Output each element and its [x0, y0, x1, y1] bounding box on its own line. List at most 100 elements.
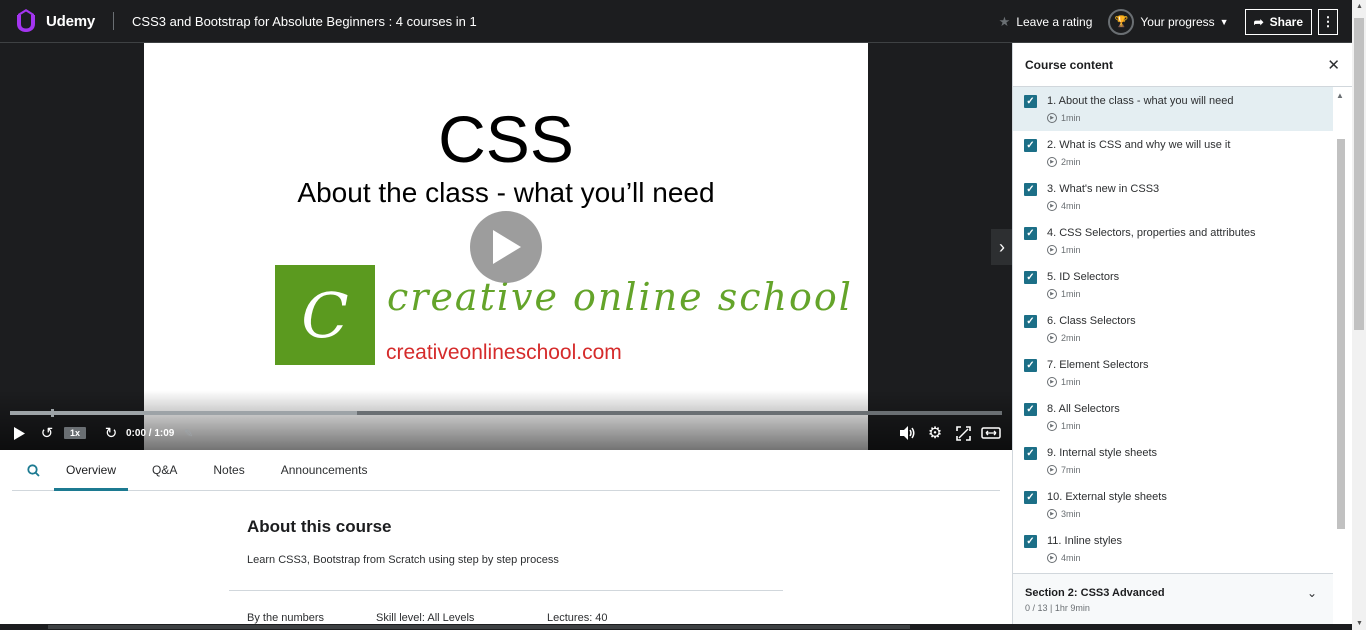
udemy-u-icon [12, 6, 42, 36]
lecture-item-5[interactable]: ✓ 5. ID Selectors ▶ 1min [1013, 263, 1333, 307]
big-play-button[interactable] [470, 211, 542, 283]
theater-mode-button[interactable] [980, 427, 1002, 439]
share-button[interactable]: ➦ Share [1244, 8, 1312, 35]
lecture-item-4[interactable]: ✓ 4. CSS Selectors, properties and attri… [1013, 219, 1333, 263]
section-2-header[interactable]: Section 2: CSS3 Advanced 0 / 13 | 1hr 9m… [1013, 573, 1333, 624]
lecture-item-3[interactable]: ✓ 3. What's new in CSS3 ▶ 4min [1013, 175, 1333, 219]
lecture-title: 3. What's new in CSS3 [1047, 183, 1160, 195]
tab-overview[interactable]: Overview [54, 450, 129, 491]
page-scroll-thumb[interactable] [1354, 18, 1364, 330]
leave-rating-button[interactable]: ★ Leave a rating [999, 14, 1093, 30]
lecture-duration: ▶ 1min [1047, 245, 1081, 255]
sidebar-scroll-thumb[interactable] [1337, 139, 1345, 529]
sidebar-title: Course content [1025, 57, 1114, 72]
gear-icon: ⚙ [927, 425, 943, 442]
play-circle-icon: ▶ [1047, 377, 1057, 387]
completed-checkbox[interactable]: ✓ [1024, 227, 1037, 240]
star-icon: ★ [998, 13, 1011, 29]
close-sidebar-button[interactable]: ✕ [1327, 56, 1340, 74]
lecture-item-8[interactable]: ✓ 8. All Selectors ▶ 1min [1013, 395, 1333, 439]
more-options-button[interactable]: ⋮ [1318, 8, 1338, 35]
search-tab[interactable] [12, 450, 54, 490]
tab-qa[interactable]: Q&A [140, 450, 189, 490]
about-description: Learn CSS3, Bootstrap from Scratch using… [247, 554, 559, 566]
lecture-title: 1. About the class - what you will need [1047, 95, 1234, 107]
settings-button[interactable]: ⚙ [925, 423, 945, 443]
tab-notes[interactable]: Notes [201, 450, 256, 490]
lecture-item-2[interactable]: ✓ 2. What is CSS and why we will use it … [1013, 131, 1333, 175]
completed-checkbox[interactable]: ✓ [1024, 95, 1037, 108]
sidebar-scrollbar[interactable]: ▲ [1334, 87, 1346, 573]
lecture-item-9[interactable]: ✓ 9. Internal style sheets ▶ 7min [1013, 439, 1333, 483]
lecture-title: 11. Inline styles [1047, 535, 1123, 547]
page-scrollbar[interactable]: ▲ ▼ [1352, 0, 1366, 630]
volume-button[interactable] [898, 426, 918, 440]
play-circle-icon: ▶ [1047, 333, 1057, 343]
lecture-duration: ▶ 7min [1047, 465, 1081, 475]
school-logo-box: C [275, 265, 375, 365]
playback-speed-button[interactable]: 1x [64, 427, 87, 439]
lecture-item-10[interactable]: ✓ 10. External style sheets ▶ 3min [1013, 483, 1333, 527]
fullscreen-button[interactable] [953, 425, 973, 441]
duration-text: 4min [1061, 201, 1081, 211]
completed-checkbox[interactable]: ✓ [1024, 315, 1037, 328]
forward-icon: ↻ [104, 425, 118, 442]
lecture-duration: ▶ 1min [1047, 377, 1081, 387]
lecture-item-11[interactable]: ✓ 11. Inline styles ▶ 4min [1013, 527, 1333, 571]
rewind-5s-button[interactable]: ↺ [38, 424, 56, 442]
rewind-icon: ↺ [40, 425, 54, 442]
tab-announcements[interactable]: Announcements [269, 450, 380, 490]
horizontal-scroll-thumb[interactable] [48, 625, 910, 629]
seek-buffer [10, 411, 358, 415]
play-pause-button[interactable] [11, 426, 27, 440]
add-note-button[interactable]: ✎ [184, 427, 193, 440]
play-circle-icon: ▶ [1047, 421, 1057, 431]
lectures-count: Lectures: 40 [547, 612, 608, 624]
scroll-down-icon[interactable]: ▼ [1356, 620, 1363, 627]
play-circle-icon: ▶ [1047, 465, 1057, 475]
chevron-down-icon: ▼ [1219, 16, 1229, 27]
lecture-item-7[interactable]: ✓ 7. Element Selectors ▶ 1min [1013, 351, 1333, 395]
completed-checkbox[interactable]: ✓ [1024, 359, 1037, 372]
completed-checkbox[interactable]: ✓ [1024, 139, 1037, 152]
lecture-item-6[interactable]: ✓ 6. Class Selectors ▶ 2min [1013, 307, 1333, 351]
horizontal-scrollbar[interactable] [0, 624, 1352, 630]
course-tabs: Overview Q&A Notes Announcements [12, 450, 1000, 491]
forward-5s-button[interactable]: ↻ [102, 424, 120, 442]
course-title[interactable]: CSS3 and Bootstrap for Absolute Beginner… [132, 14, 477, 29]
completed-checkbox[interactable]: ✓ [1024, 535, 1037, 548]
lecture-title: 4. CSS Selectors, properties and attribu… [1047, 227, 1256, 239]
lecture-title: 2. What is CSS and why we will use it [1047, 139, 1231, 151]
leave-rating-label: Leave a rating [1016, 14, 1093, 29]
lecture-duration: ▶ 3min [1047, 509, 1081, 519]
section-title: Section 2: CSS3 Advanced [1025, 587, 1165, 599]
duration-text: 1min [1061, 289, 1081, 299]
scroll-up-icon[interactable]: ▲ [1356, 3, 1363, 10]
lecture-item-1[interactable]: ✓ 1. About the class - what you will nee… [1013, 87, 1333, 131]
search-icon [26, 463, 40, 477]
seek-thumb[interactable] [51, 409, 54, 417]
close-icon: ✕ [1327, 56, 1340, 74]
duration-text: 3min [1061, 509, 1081, 519]
time-display: 0:00 / 1:09 [126, 427, 175, 439]
seek-bar[interactable] [10, 409, 1002, 417]
play-icon [14, 426, 25, 440]
completed-checkbox[interactable]: ✓ [1024, 491, 1037, 504]
duration-text: 1min [1061, 113, 1081, 123]
section-meta: 0 / 13 | 1hr 9min [1025, 603, 1090, 613]
by-the-numbers-label: By the numbers [247, 612, 325, 624]
udemy-logo[interactable]: Udemy [12, 0, 95, 43]
next-lecture-button[interactable]: › [991, 229, 1013, 265]
duration-text: 4min [1061, 553, 1081, 563]
scroll-up-icon[interactable]: ▲ [1336, 91, 1344, 100]
your-progress-button[interactable]: 🏆 Your progress ▼ [1108, 8, 1229, 35]
completed-checkbox[interactable]: ✓ [1024, 271, 1037, 284]
lecture-title: 8. All Selectors [1047, 403, 1120, 415]
video-player[interactable]: CSS About the class - what you’ll need C… [0, 43, 1013, 450]
completed-checkbox[interactable]: ✓ [1024, 183, 1037, 196]
completed-checkbox[interactable]: ✓ [1024, 447, 1037, 460]
completed-checkbox[interactable]: ✓ [1024, 403, 1037, 416]
play-icon [493, 230, 521, 264]
volume-icon [900, 426, 915, 440]
chevron-right-icon: › [999, 236, 1005, 257]
